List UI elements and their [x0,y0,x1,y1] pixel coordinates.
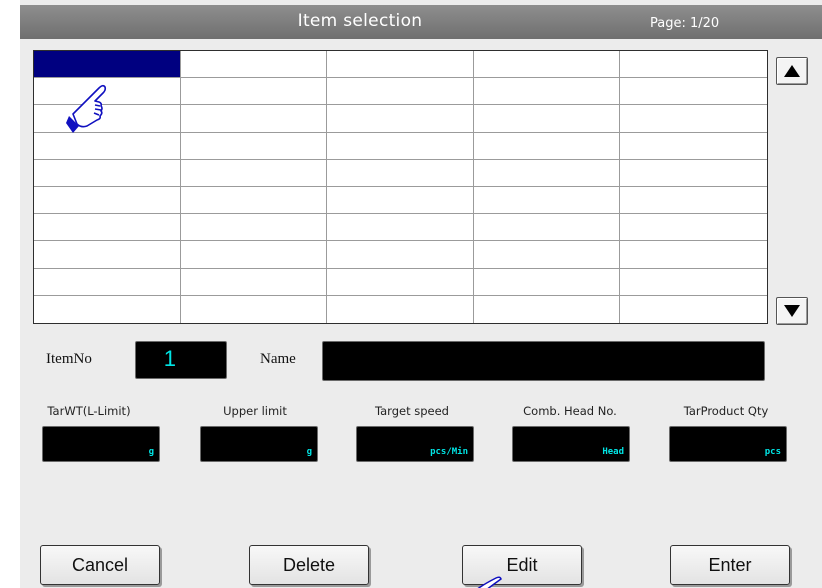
grid-cell[interactable] [473,51,621,79]
grid-cell[interactable] [620,78,767,106]
grid-cell[interactable] [620,160,767,187]
scroll-up-button[interactable] [776,57,808,85]
target-speed-field[interactable]: pcs/Min [356,426,474,462]
itemno-value: 1 [163,346,176,371]
title-bar: Item selection Page: 1/20 [20,5,822,39]
comb-head-no-field[interactable]: Head [512,426,630,462]
param-label-tarproduct-qty: TarProduct Qty [683,404,769,418]
grid-cell[interactable] [620,51,767,79]
page-indicator: Page: 1/20 [650,16,719,31]
page-title: Item selection [297,11,423,31]
grid-cell[interactable] [34,241,181,269]
page-indicator-value: 1/20 [690,16,720,31]
grid-cell[interactable] [180,78,328,106]
grid-cell[interactable] [327,268,474,296]
grid-cell[interactable] [180,187,328,215]
grid-cell[interactable] [327,241,474,269]
grid-cell[interactable] [180,132,328,160]
grid-cell[interactable] [327,159,474,187]
grid-cell[interactable] [327,78,474,106]
grid-cell[interactable] [327,105,474,133]
grid-cell[interactable] [327,51,474,79]
param-label-target-speed: Target speed [375,404,449,418]
grid-cell[interactable] [34,295,181,323]
grid-cell[interactable] [34,268,181,296]
grid-cell[interactable] [34,132,181,160]
grid-cell[interactable] [34,187,181,215]
tarwt-field[interactable]: g [42,426,160,462]
grid-cell[interactable] [180,159,328,187]
grid-cell[interactable] [620,105,767,133]
name-label: Name [260,351,296,367]
itemno-label: ItemNo [46,351,92,367]
grid-cell[interactable] [180,214,328,242]
triangle-up-icon [784,65,800,77]
grid-cell[interactable] [473,159,621,187]
grid-cell[interactable] [620,269,767,296]
itemno-field[interactable]: 1 [135,341,227,379]
grid-cell[interactable] [620,133,767,160]
grid-cell[interactable] [34,159,181,187]
tarproduct-qty-unit: pcs [764,447,781,457]
grid-cell[interactable] [473,241,621,269]
pointing-hand-icon [66,84,107,133]
grid-cell[interactable] [327,187,474,215]
triangle-down-icon [784,305,800,317]
grid-cell[interactable] [327,214,474,242]
param-label-tarwt: TarWT(L-Limit) [47,404,131,418]
grid-cell[interactable] [180,105,328,133]
upper-limit-unit: g [306,447,312,457]
stylus-icon [477,576,502,588]
grid-cell[interactable] [620,187,767,215]
grid-cell[interactable] [474,295,621,323]
grid-cell[interactable] [180,51,328,79]
enter-button[interactable]: Enter [670,545,790,585]
grid-cell[interactable] [473,214,621,242]
grid-cell[interactable] [327,132,474,160]
grid-cell[interactable] [473,132,621,160]
scroll-down-button[interactable] [776,297,808,325]
page-indicator-label: Page: [650,16,686,31]
item-selection-screen: Item selection Page: 1/20 ItemNo 1 Name … [20,0,822,588]
param-label-comb-head-no: Comb. Head No. [523,404,617,418]
grid-cell[interactable] [34,51,181,79]
param-label-upper-limit: Upper limit [223,404,287,418]
target-speed-unit: pcs/Min [430,447,468,457]
grid-cell[interactable] [473,268,621,296]
grid-cell[interactable] [180,241,328,269]
grid-cell[interactable] [34,214,181,242]
grid-cell[interactable] [620,241,767,269]
name-field[interactable] [322,341,765,381]
delete-button[interactable]: Delete [249,545,369,585]
grid-cell[interactable] [181,295,328,323]
grid-cell[interactable] [180,268,328,296]
grid-cell[interactable] [473,187,621,215]
upper-limit-field[interactable]: g [200,426,318,462]
grid-cell[interactable] [327,295,474,323]
comb-head-no-unit: Head [602,447,624,457]
item-grid [33,50,768,324]
grid-cell[interactable] [473,78,621,106]
tarproduct-qty-field[interactable]: pcs [669,426,787,462]
grid-cell[interactable] [620,296,767,323]
cancel-button[interactable]: Cancel [40,545,160,585]
grid-cell[interactable] [620,214,767,242]
grid-cell[interactable] [473,105,621,133]
tarwt-unit: g [148,447,154,457]
